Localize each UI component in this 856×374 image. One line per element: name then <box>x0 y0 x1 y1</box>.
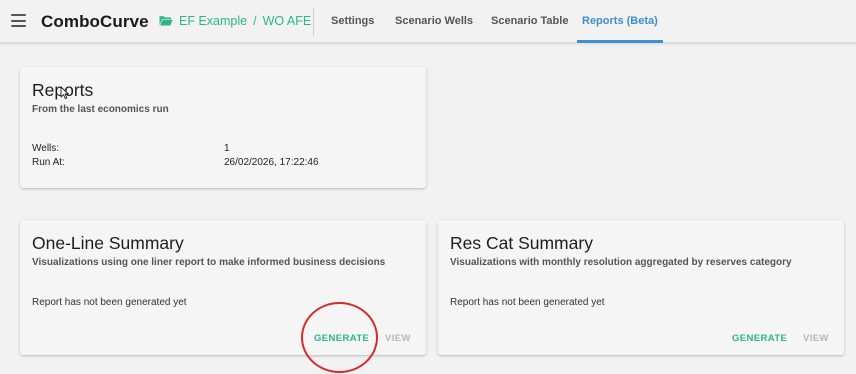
tab-scenario-table[interactable]: Scenario Table <box>491 0 568 43</box>
wells-value: 1 <box>224 143 230 154</box>
run-at-label: Run At: <box>32 157 65 168</box>
res-cat-summary-status: Report has not been generated yet <box>450 297 605 308</box>
res-cat-summary-card: Res Cat Summary Visualizations with mont… <box>438 220 844 355</box>
tab-reports-beta[interactable]: Reports (Beta) <box>577 0 663 43</box>
res-cat-summary-subtitle: Visualizations with monthly resolution a… <box>450 257 792 268</box>
breadcrumb-project[interactable]: EF Example <box>179 14 247 28</box>
header-divider <box>313 8 314 36</box>
mouse-cursor-icon <box>60 86 69 100</box>
breadcrumb-scenario[interactable]: WO AFE <box>263 14 312 28</box>
res-cat-summary-view-button[interactable]: VIEW <box>803 333 829 344</box>
app-brand[interactable]: ComboCurve <box>41 12 149 32</box>
one-line-summary-view-button[interactable]: VIEW <box>385 333 411 344</box>
wells-label: Wells: <box>32 143 60 154</box>
tab-scenario-wells[interactable]: Scenario Wells <box>395 0 473 43</box>
res-cat-summary-generate-button[interactable]: GENERATE <box>732 333 787 344</box>
reports-card-subtitle: From the last economics run <box>32 104 169 115</box>
one-line-summary-status: Report has not been generated yet <box>32 297 187 308</box>
one-line-summary-title: One-Line Summary <box>32 233 184 253</box>
res-cat-summary-title: Res Cat Summary <box>450 233 593 253</box>
breadcrumb: EF Example / WO AFE <box>179 14 311 28</box>
reports-info-card: Reports From the last economics run Well… <box>20 67 426 188</box>
run-at-value: 26/02/2026, 17:22:46 <box>224 157 319 168</box>
hamburger-menu-icon[interactable] <box>11 14 26 27</box>
folder-open-icon <box>159 16 173 26</box>
one-line-summary-subtitle: Visualizations using one liner report to… <box>32 257 386 268</box>
app-header: ComboCurve EF Example / WO AFE Settings Sc… <box>0 0 856 43</box>
breadcrumb-separator: / <box>253 14 257 28</box>
one-line-summary-card: One-Line Summary Visualizations using on… <box>20 220 426 355</box>
tab-settings[interactable]: Settings <box>331 0 374 43</box>
one-line-summary-generate-button[interactable]: GENERATE <box>314 333 369 344</box>
